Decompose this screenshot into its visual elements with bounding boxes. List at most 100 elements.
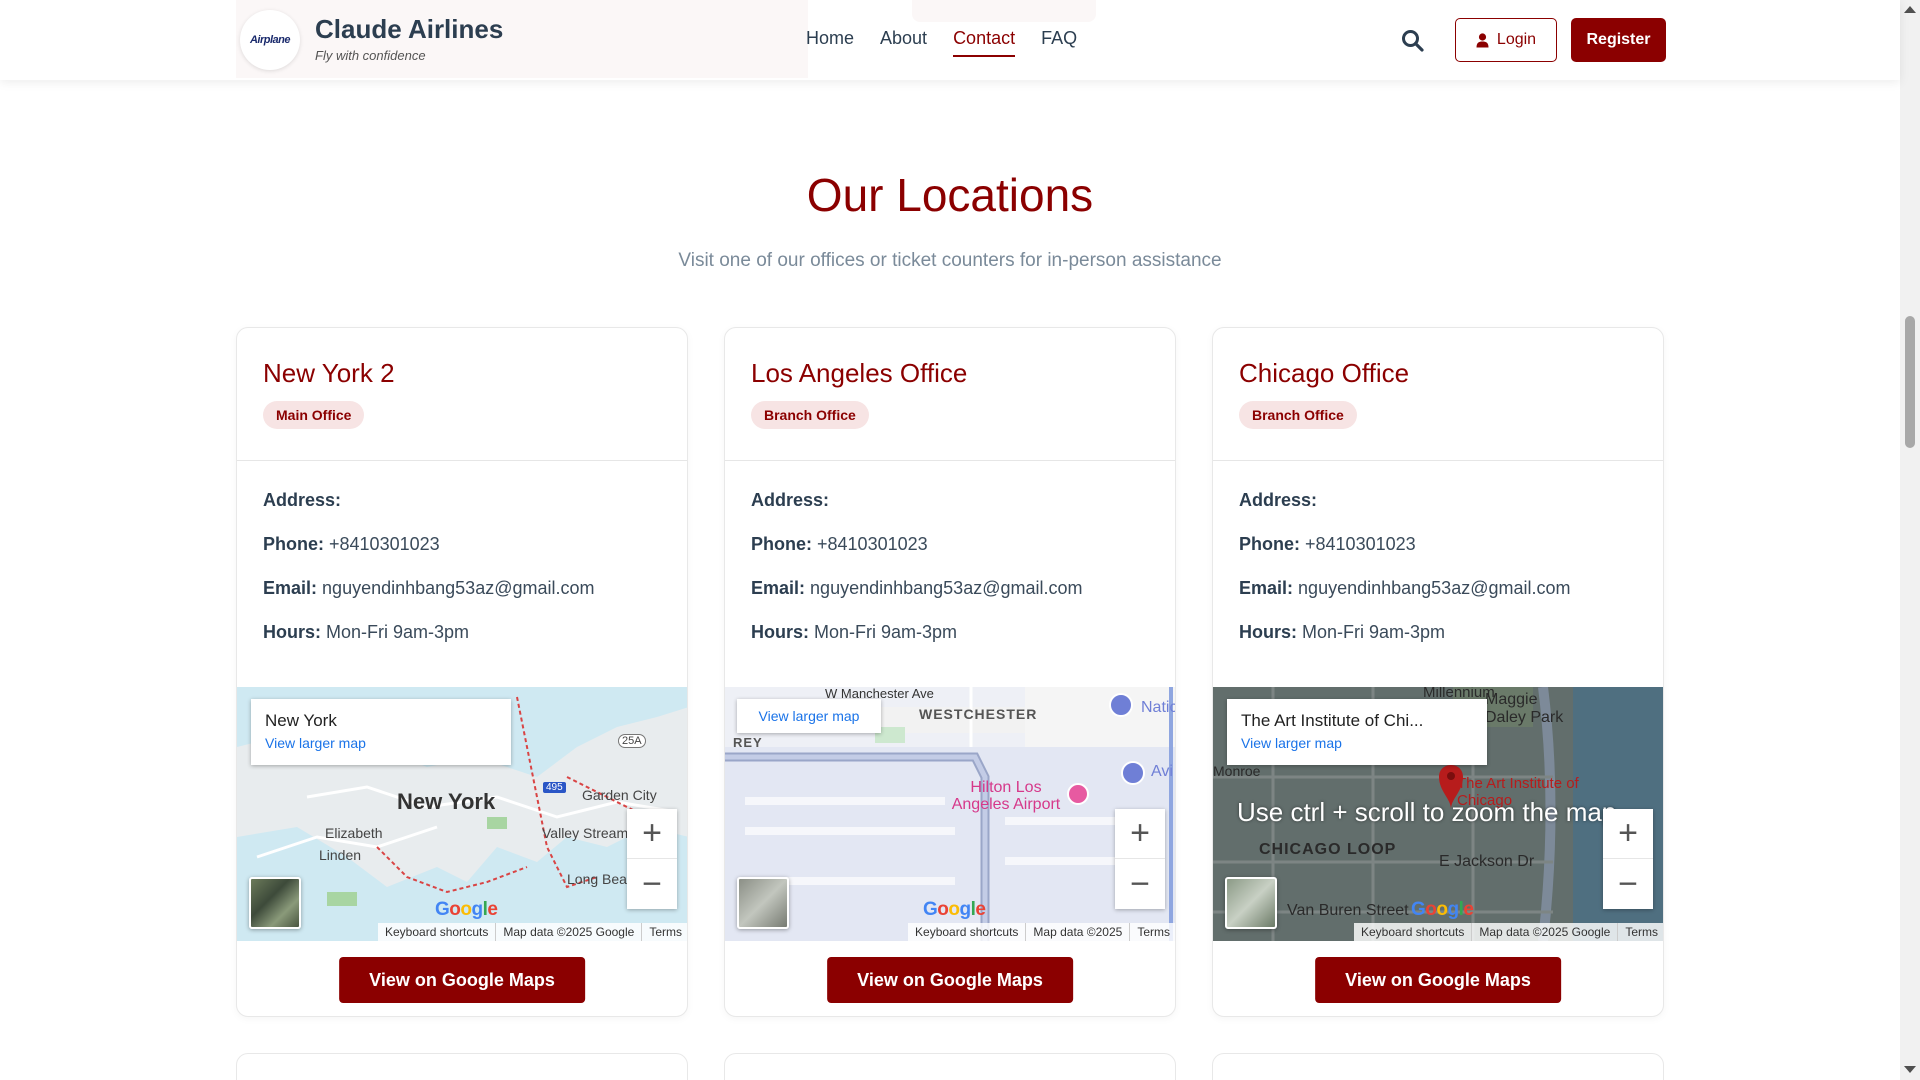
- map-label: New York: [397, 789, 496, 814]
- brand-title[interactable]: Claude Airlines: [315, 14, 503, 45]
- site-header: Airplane Claude Airlines Fly with confid…: [0, 0, 1900, 80]
- zoom-in-button[interactable]: +: [627, 809, 677, 859]
- hours-value: Mon-Fri 9am-3pm: [814, 622, 958, 642]
- map-label: Van Buren Street: [1287, 902, 1409, 919]
- nav-faq[interactable]: FAQ: [1041, 28, 1077, 57]
- map-attribution: Keyboard shortcuts Map data ©2025 Google…: [378, 923, 687, 941]
- view-larger-map-link[interactable]: View larger map: [1241, 735, 1473, 751]
- logo-text: Airplane: [249, 34, 291, 46]
- map-layer-toggle[interactable]: [1225, 877, 1277, 929]
- phone-row: Phone: +8410301023: [751, 533, 1149, 556]
- map-label: E Jackson Dr: [1439, 853, 1535, 870]
- map-data-text: Map data ©2025: [1025, 923, 1129, 941]
- view-on-google-maps-button[interactable]: View on Google Maps: [1315, 957, 1561, 1003]
- map-label: CHICAGO LOOP: [1259, 841, 1397, 858]
- map-label: Long Bea: [567, 871, 627, 887]
- phone-label: Phone:: [263, 534, 324, 554]
- email-value: nguyendinhbang53az@gmail.com: [1298, 578, 1571, 598]
- map-label: 25A: [618, 734, 646, 748]
- embedded-map[interactable]: W Manchester Ave WESTCHESTER REY Hilton …: [725, 687, 1175, 941]
- email-row: Email: nguyendinhbang53az@gmail.com: [1239, 577, 1637, 600]
- terms-link[interactable]: Terms: [1617, 923, 1663, 941]
- map-label: REY: [733, 735, 763, 750]
- embedded-map[interactable]: New York Elizabeth Linden Garden City Va…: [237, 687, 687, 941]
- zoom-out-button[interactable]: −: [1603, 859, 1653, 909]
- map-label: Elizabeth: [325, 825, 383, 841]
- location-title: Los Angeles Office: [751, 358, 968, 388]
- map-layer-toggle[interactable]: [249, 877, 301, 929]
- map-label: Maggie Daley Park: [1485, 691, 1564, 726]
- zoom-in-button[interactable]: +: [1603, 809, 1653, 859]
- embedded-map[interactable]: Millennium Maggie Daley Park Monroe CHIC…: [1213, 687, 1663, 941]
- nav-contact[interactable]: Contact: [953, 28, 1016, 57]
- nav-about[interactable]: About: [880, 28, 927, 57]
- email-value: nguyendinhbang53az@gmail.com: [810, 578, 1083, 598]
- hours-label: Hours:: [263, 622, 321, 642]
- location-card-partial: [724, 1053, 1176, 1080]
- location-card-partial: [236, 1053, 688, 1080]
- zoom-out-button[interactable]: −: [1115, 859, 1165, 909]
- scroll-up-arrow[interactable]: [1904, 6, 1916, 13]
- keyboard-shortcuts-link[interactable]: Keyboard shortcuts: [1354, 923, 1471, 941]
- page-scrollbar[interactable]: [1900, 0, 1920, 1080]
- view-on-google-maps-button[interactable]: View on Google Maps: [827, 957, 1073, 1003]
- section-subtitle: Visit one of our offices or ticket count…: [678, 250, 1222, 271]
- view-larger-map-link[interactable]: View larger map: [737, 699, 881, 733]
- keyboard-shortcuts-link[interactable]: Keyboard shortcuts: [908, 923, 1025, 941]
- card-header: New York 2 Main Office: [237, 328, 687, 461]
- phone-label: Phone:: [751, 534, 812, 554]
- hours-label: Hours:: [751, 622, 809, 642]
- view-on-google-maps-button[interactable]: View on Google Maps: [339, 957, 585, 1003]
- address-row: Address:: [263, 489, 661, 512]
- map-zoom-controls: + −: [627, 809, 677, 909]
- main-nav: Home About Contact FAQ: [806, 28, 1103, 57]
- location-card-partial: [1212, 1053, 1664, 1080]
- office-type-badge: Branch Office: [1239, 401, 1357, 429]
- login-button[interactable]: Login: [1455, 18, 1557, 62]
- location-title: New York 2: [263, 358, 395, 388]
- hours-value: Mon-Fri 9am-3pm: [1302, 622, 1446, 642]
- zoom-out-button[interactable]: −: [627, 859, 677, 909]
- map-place-name: New York: [265, 711, 337, 730]
- phone-value: +8410301023: [817, 534, 928, 554]
- office-type-badge: Main Office: [263, 401, 365, 429]
- phone-row: Phone: +8410301023: [263, 533, 661, 556]
- phone-label: Phone:: [1239, 534, 1300, 554]
- map-attribution: Keyboard shortcuts Map data ©2025 Terms: [908, 923, 1175, 941]
- email-label: Email:: [751, 578, 806, 598]
- map-place-name: The Art Institute of Chi...: [1241, 711, 1424, 730]
- email-row: Email: nguyendinhbang53az@gmail.com: [263, 577, 661, 600]
- location-card-chicago: Chicago Office Branch Office Address: Ph…: [1212, 327, 1664, 1017]
- map-zoom-controls: + −: [1115, 809, 1165, 909]
- register-button[interactable]: Register: [1571, 18, 1666, 62]
- zoom-in-button[interactable]: +: [1115, 809, 1165, 859]
- nav-home[interactable]: Home: [806, 28, 854, 57]
- email-row: Email: nguyendinhbang53az@gmail.com: [751, 577, 1149, 600]
- transit-icon: [1121, 761, 1145, 785]
- terms-link[interactable]: Terms: [1129, 923, 1175, 941]
- address-row: Address:: [1239, 489, 1637, 512]
- hours-row: Hours: Mon-Fri 9am-3pm: [751, 621, 1149, 644]
- scrollbar-thumb[interactable]: [1905, 316, 1915, 448]
- card-details: Address: Phone: +8410301023 Email: nguye…: [237, 461, 687, 696]
- terms-link[interactable]: Terms: [641, 923, 687, 941]
- view-larger-map-link[interactable]: View larger map: [265, 735, 497, 751]
- google-logo: Google: [923, 899, 986, 920]
- card-header: Chicago Office Branch Office: [1213, 328, 1663, 461]
- map-zoom-controls: + −: [1603, 809, 1653, 909]
- brand-tagline: Fly with confidence: [315, 48, 426, 63]
- location-card-los-angeles: Los Angeles Office Branch Office Address…: [724, 327, 1176, 1017]
- map-label: Linden: [319, 847, 362, 863]
- map-label: Valley Stream: [542, 825, 629, 841]
- hours-value: Mon-Fri 9am-3pm: [326, 622, 470, 642]
- keyboard-shortcuts-link[interactable]: Keyboard shortcuts: [378, 923, 495, 941]
- map-info-card: The Art Institute of Chi... View larger …: [1227, 699, 1487, 765]
- card-details: Address: Phone: +8410301023 Email: nguye…: [1213, 461, 1663, 696]
- map-layer-toggle[interactable]: [737, 877, 789, 929]
- scroll-down-arrow[interactable]: [1904, 1066, 1916, 1073]
- map-scroll-hint: Use ctrl + scroll to zoom the map: [1237, 797, 1617, 827]
- logo[interactable]: Airplane: [240, 10, 300, 70]
- search-button[interactable]: [1400, 28, 1426, 54]
- email-label: Email:: [263, 578, 318, 598]
- map-label: Garden City: [582, 787, 657, 803]
